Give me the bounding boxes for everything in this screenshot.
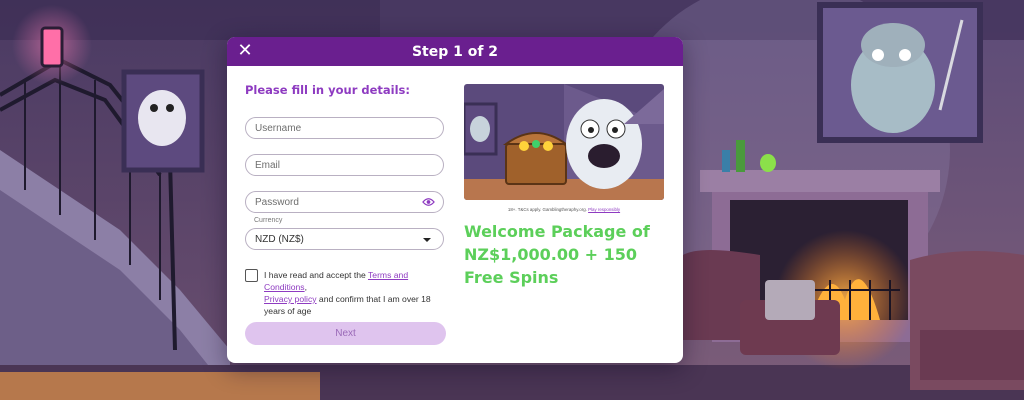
- currency-label: Currency: [254, 217, 283, 224]
- next-button[interactable]: Next: [245, 322, 446, 345]
- modal-header: ✕ Step 1 of 2: [227, 37, 683, 66]
- username-field[interactable]: [245, 117, 444, 139]
- password-field[interactable]: [245, 191, 444, 213]
- registration-modal: ✕ Step 1 of 2 Please fill in your detail…: [227, 37, 683, 363]
- privacy-link[interactable]: Privacy policy: [264, 294, 317, 304]
- currency-select[interactable]: NZD (NZ$): [245, 228, 444, 250]
- email-input[interactable]: [255, 155, 415, 176]
- play-responsibly-link[interactable]: Play responsibly: [588, 207, 620, 212]
- eye-icon[interactable]: [422, 197, 435, 207]
- form-heading: Please fill in your details:: [245, 83, 410, 97]
- promo-disclaimer-text: 18+. T&Cs apply. Gamblingtheraphy.org.: [507, 207, 589, 212]
- promo-illustration: [464, 84, 664, 200]
- chevron-down-icon: [423, 238, 431, 242]
- password-input[interactable]: [255, 192, 415, 213]
- currency-value: NZD (NZ$): [255, 234, 304, 245]
- modal-title: Step 1 of 2: [411, 43, 499, 60]
- close-icon[interactable]: ✕: [236, 42, 254, 60]
- registration-form: Please fill in your details: Currency NZ…: [245, 83, 446, 345]
- welcome-package-title: Welcome Package of NZ$1,000.00 + 150 Fre…: [464, 222, 650, 287]
- consent-prefix: I have read and accept the: [264, 270, 368, 280]
- consent-checkbox[interactable]: [245, 269, 258, 282]
- email-field[interactable]: [245, 154, 444, 176]
- consent-text: I have read and accept the Terms and Con…: [264, 269, 449, 317]
- promo-disclaimer: 18+. T&Cs apply. Gamblingtheraphy.org. P…: [464, 207, 664, 212]
- username-input[interactable]: [255, 118, 415, 139]
- consent-comma: ,: [304, 282, 307, 292]
